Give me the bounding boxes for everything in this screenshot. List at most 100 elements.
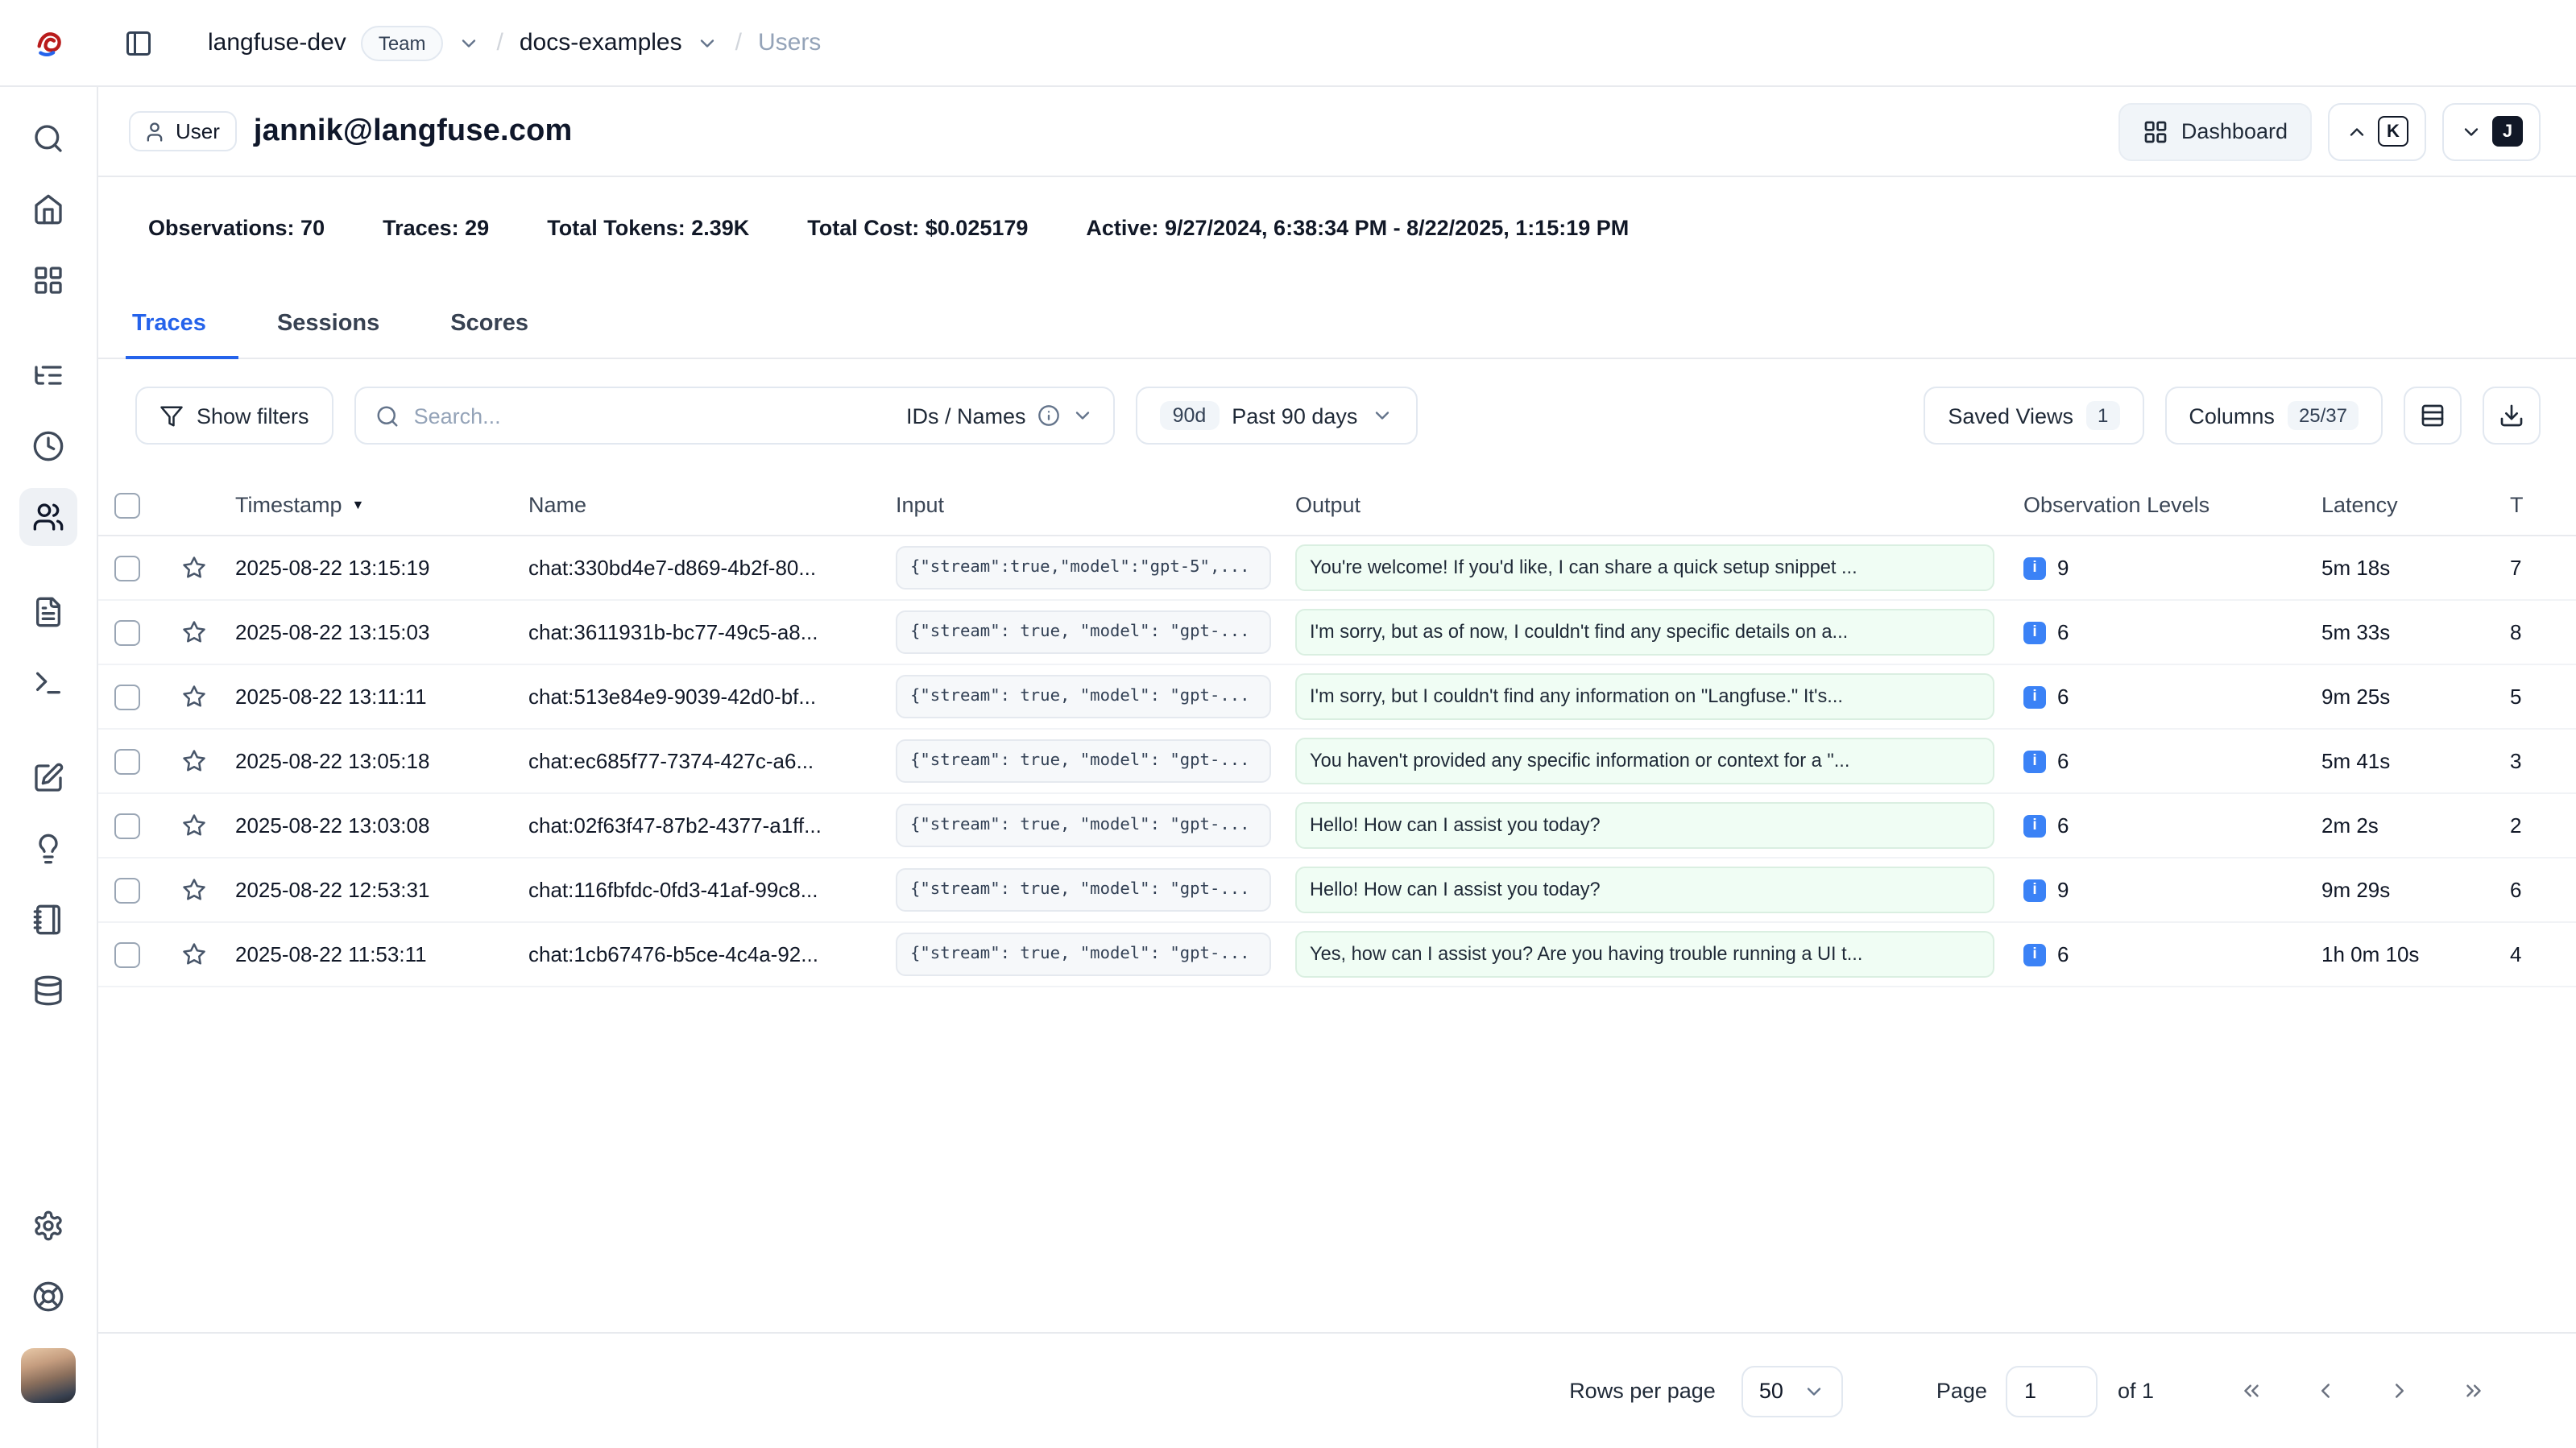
sidebar-item-home[interactable] [19, 180, 77, 238]
show-filters-button[interactable]: Show filters [135, 387, 333, 445]
breadcrumb-project[interactable]: docs-examples [520, 29, 719, 56]
tab-sessions[interactable]: Sessions [274, 311, 383, 358]
sidebar-item-users[interactable] [19, 488, 77, 546]
column-header-name[interactable]: Name [528, 475, 896, 535]
row-checkbox[interactable] [114, 941, 140, 967]
last-page-button[interactable] [2450, 1368, 2495, 1413]
row-checkbox[interactable] [114, 555, 140, 581]
prev-user-button[interactable]: K [2328, 102, 2426, 160]
tab-scores[interactable]: Scores [447, 311, 532, 358]
trace-output-preview[interactable]: You haven't provided any specific inform… [1295, 737, 1994, 784]
trace-output-preview[interactable]: You're welcome! If you'd like, I can sha… [1295, 544, 1994, 591]
trace-input-preview[interactable]: {"stream":true,"model":"gpt-5",... [896, 546, 1271, 590]
table-row[interactable]: 2025-08-22 13:15:19 chat:330bd4e7-d869-4… [98, 536, 2576, 601]
trace-output-preview[interactable]: Hello! How can I assist you today? [1295, 801, 1994, 849]
page-input[interactable] [2007, 1365, 2098, 1417]
trace-timestamp[interactable]: 2025-08-22 13:05:18 [235, 730, 528, 792]
column-header-clipped[interactable]: T [2510, 475, 2576, 535]
trace-name[interactable]: chat:02f63f47-87b2-4377-a1ff... [528, 794, 896, 857]
trace-name[interactable]: chat:3611931b-bc77-49c5-a8... [528, 601, 896, 664]
prev-page-button[interactable] [2302, 1368, 2347, 1413]
table-row[interactable]: 2025-08-22 11:53:11 chat:1cb67476-b5ce-4… [98, 923, 2576, 987]
table-row[interactable]: 2025-08-22 13:03:08 chat:02f63f47-87b2-4… [98, 794, 2576, 858]
star-icon[interactable] [182, 878, 206, 902]
row-checkbox[interactable] [114, 684, 140, 710]
sidebar-item-support[interactable] [19, 1268, 77, 1326]
sidebar-item-models[interactable] [19, 962, 77, 1020]
trace-timestamp[interactable]: 2025-08-22 13:15:19 [235, 536, 528, 599]
star-icon[interactable] [182, 556, 206, 580]
trace-output-preview[interactable]: Yes, how can I assist you? Are you havin… [1295, 930, 1994, 978]
trace-name[interactable]: chat:ec685f77-7374-427c-a6... [528, 730, 896, 792]
trace-name[interactable]: chat:1cb67476-b5ce-4c4a-92... [528, 923, 896, 986]
sidebar-item-datasets[interactable] [19, 891, 77, 949]
time-range-dropdown[interactable]: 90d Past 90 days [1136, 387, 1418, 445]
row-checkbox[interactable] [114, 813, 140, 838]
trace-timestamp[interactable]: 2025-08-22 12:53:31 [235, 858, 528, 921]
dashboard-button[interactable]: Dashboard [2118, 102, 2312, 160]
trace-timestamp[interactable]: 2025-08-22 13:15:03 [235, 601, 528, 664]
column-header-latency[interactable]: Latency [2321, 475, 2510, 535]
sidebar-toggle-button[interactable] [111, 15, 166, 70]
columns-button[interactable]: Columns 25/37 [2164, 387, 2383, 445]
trace-timestamp[interactable]: 2025-08-22 11:53:11 [235, 923, 528, 986]
row-height-button[interactable] [2404, 387, 2462, 445]
column-header-input[interactable]: Input [896, 475, 1295, 535]
table-footer: Rows per page 50 Page of 1 [98, 1332, 2576, 1448]
sidebar-item-search[interactable] [19, 110, 77, 168]
table-row[interactable]: 2025-08-22 13:05:18 chat:ec685f77-7374-4… [98, 730, 2576, 794]
search-scope-dropdown[interactable]: IDs / Names [906, 403, 1094, 428]
row-checkbox[interactable] [114, 877, 140, 903]
column-header-output[interactable]: Output [1295, 475, 2023, 535]
column-header-observation-levels[interactable]: Observation Levels [2023, 475, 2321, 535]
next-page-button[interactable] [2376, 1368, 2421, 1413]
table-row[interactable]: 2025-08-22 13:11:11 chat:513e84e9-9039-4… [98, 665, 2576, 730]
star-icon[interactable] [182, 685, 206, 709]
trace-input-preview[interactable]: {"stream": true, "model": "gpt-... [896, 933, 1271, 977]
trace-input-preview[interactable]: {"stream": true, "model": "gpt-... [896, 610, 1271, 655]
sidebar-item-tracing[interactable] [19, 346, 77, 404]
select-all-checkbox[interactable] [114, 492, 140, 518]
sidebar-item-sessions[interactable] [19, 417, 77, 475]
trace-timestamp[interactable]: 2025-08-22 13:11:11 [235, 665, 528, 728]
next-user-button[interactable]: J [2442, 102, 2541, 160]
sidebar-item-playground[interactable] [19, 654, 77, 712]
star-icon[interactable] [182, 620, 206, 644]
trace-name[interactable]: chat:116fbfdc-0fd3-41af-99c8... [528, 858, 896, 921]
tab-traces[interactable]: Traces [129, 311, 209, 358]
trace-output-preview[interactable]: Hello! How can I assist you today? [1295, 866, 1994, 913]
sidebar-item-prompts[interactable] [19, 583, 77, 641]
user-avatar[interactable] [21, 1348, 76, 1403]
table-row[interactable]: 2025-08-22 12:53:31 chat:116fbfdc-0fd3-4… [98, 858, 2576, 923]
trace-output-preview[interactable]: I'm sorry, but as of now, I couldn't fin… [1295, 608, 1994, 656]
trace-input-preview[interactable]: {"stream": true, "model": "gpt-... [896, 739, 1271, 784]
row-checkbox[interactable] [114, 748, 140, 774]
star-icon[interactable] [182, 942, 206, 966]
tab-bar: Traces Sessions Scores [98, 311, 2576, 359]
langfuse-logo[interactable] [0, 27, 98, 59]
export-button[interactable] [2483, 387, 2541, 445]
time-range-label: Past 90 days [1232, 403, 1357, 428]
first-page-button[interactable] [2228, 1368, 2273, 1413]
sidebar-item-settings[interactable] [19, 1197, 77, 1255]
rows-per-page-select[interactable]: 50 [1741, 1365, 1843, 1417]
sidebar-item-dashboards[interactable] [19, 251, 77, 309]
sidebar-item-evaluation[interactable] [19, 749, 77, 807]
trace-input-preview[interactable]: {"stream": true, "model": "gpt-... [896, 868, 1271, 912]
breadcrumb-org[interactable]: langfuse-dev Team [208, 25, 481, 60]
columns-label: Columns [2189, 403, 2275, 428]
trace-timestamp[interactable]: 2025-08-22 13:03:08 [235, 794, 528, 857]
sidebar-item-insights[interactable] [19, 820, 77, 878]
trace-input-preview[interactable]: {"stream": true, "model": "gpt-... [896, 675, 1271, 719]
trace-output-preview[interactable]: I'm sorry, but I couldn't find any infor… [1295, 672, 1994, 720]
trace-input-preview[interactable]: {"stream": true, "model": "gpt-... [896, 804, 1271, 848]
table-row[interactable]: 2025-08-22 13:15:03 chat:3611931b-bc77-4… [98, 601, 2576, 665]
row-checkbox[interactable] [114, 619, 140, 645]
column-header-timestamp[interactable]: Timestamp ▼ [235, 475, 528, 535]
saved-views-button[interactable]: Saved Views 1 [1924, 387, 2143, 445]
star-icon[interactable] [182, 749, 206, 773]
search-input[interactable] [414, 403, 892, 428]
trace-name[interactable]: chat:513e84e9-9039-42d0-bf... [528, 665, 896, 728]
trace-name[interactable]: chat:330bd4e7-d869-4b2f-80... [528, 536, 896, 599]
star-icon[interactable] [182, 813, 206, 838]
